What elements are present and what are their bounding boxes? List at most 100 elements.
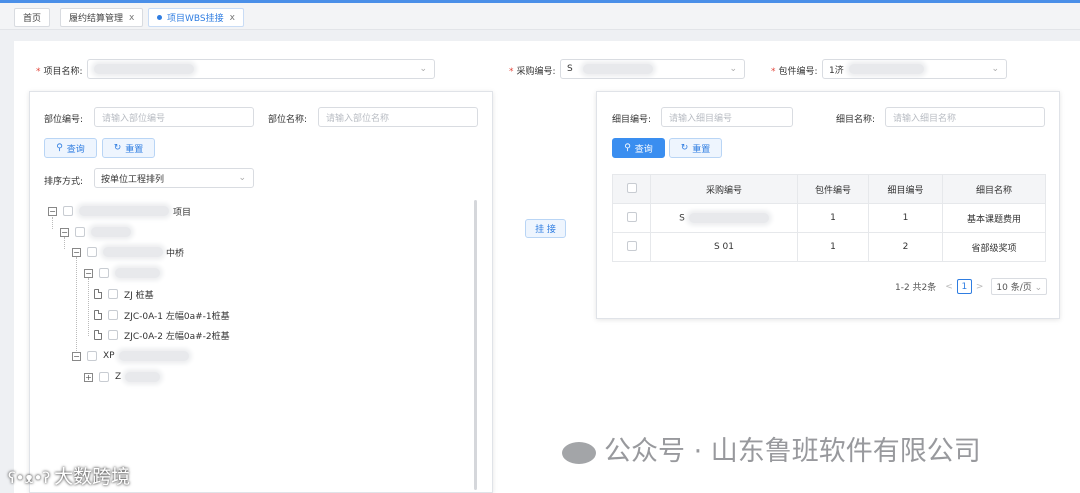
close-icon[interactable]: x (230, 13, 235, 23)
redacted-value (125, 372, 161, 382)
redacted-value (582, 64, 653, 74)
item-name-label: 细目名称: (836, 115, 876, 125)
table-cell: 2 (868, 232, 943, 262)
search-icon: ⚲ (56, 143, 63, 153)
file-icon (94, 310, 102, 320)
redacted-value (103, 247, 163, 257)
table-cell: 1 (868, 203, 943, 233)
tree-checkbox[interactable] (108, 330, 118, 340)
tree-checkbox[interactable] (99, 268, 109, 278)
tab-label: 履约结算管理 (69, 14, 124, 24)
tree-node[interactable]: − (84, 266, 160, 280)
package-no-select[interactable]: 1济 ⌄ (822, 59, 1007, 79)
chevron-down-icon: ⌄ (729, 64, 737, 74)
sort-select[interactable]: 按单位工程排列 ⌄ (94, 168, 254, 188)
tree-checkbox[interactable] (87, 351, 97, 361)
collapse-icon[interactable]: − (48, 206, 57, 216)
file-icon (94, 330, 102, 340)
redacted-value (79, 206, 169, 216)
tree-node[interactable]: − 中桥 (72, 245, 184, 259)
part-name-label: 部位名称: (268, 115, 308, 125)
query-button[interactable]: ⚲ 查询 (44, 138, 97, 158)
chevron-down-icon: ⌄ (991, 64, 999, 74)
wechat-icon (562, 441, 596, 464)
part-tree-panel: 部位编号: 请输入部位编号 部位名称: 请输入部位名称 ⚲ 查询 ↻ 重置 排序方式… (29, 91, 493, 493)
sort-label: 排序方式: (44, 177, 84, 187)
purchase-no-label: * 采购编号: (509, 67, 556, 77)
logo-icon: ʕ•ᴥ•ʔ (8, 469, 51, 487)
expand-icon[interactable]: + (84, 372, 93, 382)
select-all-checkbox[interactable] (626, 182, 637, 193)
chevron-down-icon: ⌄ (238, 173, 246, 183)
prev-page-button[interactable]: < (945, 282, 953, 292)
item-no-label: 细目编号: (612, 115, 652, 125)
tab-home[interactable]: 首页 (14, 8, 51, 27)
table-cell: 省部级奖项 (942, 232, 1046, 262)
main-content: * 项目名称: ⌄ * 采购编号: S ⌄ * 包件编号: 1济 ⌄ 部位编号: 请输… (14, 41, 1080, 493)
tree-checkbox[interactable] (99, 372, 109, 382)
table-cell: 1 (797, 203, 869, 233)
collapse-icon[interactable]: − (60, 227, 69, 237)
column-header: 包件编号 (797, 174, 869, 204)
tab-project-wbs[interactable]: 项目WBS挂接 x (148, 8, 244, 27)
tree-checkbox[interactable] (63, 206, 73, 216)
tree-checkbox[interactable] (108, 289, 118, 299)
tree-leaf[interactable]: ZJ 桩基 (94, 287, 154, 301)
reset-button[interactable]: ↻ 重置 (102, 138, 155, 158)
row-checkbox[interactable] (626, 240, 637, 251)
purchase-no-select[interactable]: S ⌄ (560, 59, 745, 79)
tree-checkbox[interactable] (87, 247, 97, 257)
table-row[interactable]: S 1 1 基本课题费用 (612, 203, 1046, 233)
tree-node[interactable]: − (60, 225, 131, 239)
table-cell: 基本课题费用 (942, 203, 1046, 233)
redacted-value (118, 351, 189, 361)
tree-scrollbar[interactable] (474, 200, 477, 490)
redacted-value (848, 64, 924, 74)
redacted-value (94, 64, 194, 74)
tree-checkbox[interactable] (108, 310, 118, 320)
tree-checkbox[interactable] (75, 227, 85, 237)
part-no-label: 部位编号: (44, 115, 84, 125)
item-name-input[interactable]: 请输入细目名称 (885, 107, 1045, 127)
chevron-down-icon: ⌄ (1034, 283, 1043, 293)
collapse-icon[interactable]: − (84, 268, 93, 278)
table-cell: 1 (797, 232, 869, 262)
close-icon[interactable]: x (129, 13, 134, 23)
table-cell: S (650, 203, 798, 233)
tree-node[interactable]: − 项目 (48, 204, 191, 218)
next-page-button[interactable]: > (976, 282, 984, 292)
project-name-select[interactable]: ⌄ (87, 59, 435, 79)
row-checkbox-cell[interactable] (612, 203, 651, 233)
search-icon: ⚲ (624, 143, 631, 153)
table-cell: S 01 (650, 232, 798, 262)
item-no-input[interactable]: 请输入细目编号 (661, 107, 793, 127)
attach-button[interactable]: 挂 接 (525, 219, 566, 238)
tree-node[interactable]: + Z (84, 370, 161, 384)
pagination-summary: 1-2 共2条 (895, 283, 937, 293)
reset-button[interactable]: ↻ 重置 (669, 138, 722, 158)
pagination: 1-2 共2条 < 1 > 10 条/页 ⌄ (895, 278, 1048, 295)
tree-leaf[interactable]: ZJC-0A-1 左幅0a#-1桩基 (94, 308, 230, 322)
part-name-input[interactable]: 请输入部位名称 (318, 107, 478, 127)
row-checkbox[interactable] (626, 211, 637, 222)
select-all-cell[interactable] (612, 174, 651, 204)
chevron-down-icon: ⌄ (419, 64, 427, 74)
collapse-icon[interactable]: − (72, 351, 81, 361)
tab-contract-settlement[interactable]: 履约结算管理 x (60, 8, 144, 27)
active-dot-icon (157, 15, 162, 20)
table-header-row: 采购编号 包件编号 细目编号 细目名称 (612, 174, 1046, 204)
tree-leaf[interactable]: ZJC-0A-2 左幅0a#-2桩基 (94, 328, 230, 342)
tab-label: 首页 (23, 14, 42, 24)
redacted-value (115, 268, 160, 278)
page-size-select[interactable]: 10 条/页 ⌄ (991, 278, 1048, 295)
query-button[interactable]: ⚲ 查询 (612, 138, 665, 158)
row-checkbox-cell[interactable] (612, 232, 651, 262)
page-1-button[interactable]: 1 (956, 279, 972, 294)
refresh-icon: ↻ (680, 143, 689, 153)
tree-node[interactable]: − XP (72, 349, 189, 363)
part-no-input[interactable]: 请输入部位编号 (94, 107, 254, 127)
table-row[interactable]: S 01 1 2 省部级奖项 (612, 232, 1046, 262)
redacted-value (91, 227, 131, 237)
collapse-icon[interactable]: − (72, 247, 81, 257)
tree-guide (76, 257, 77, 357)
